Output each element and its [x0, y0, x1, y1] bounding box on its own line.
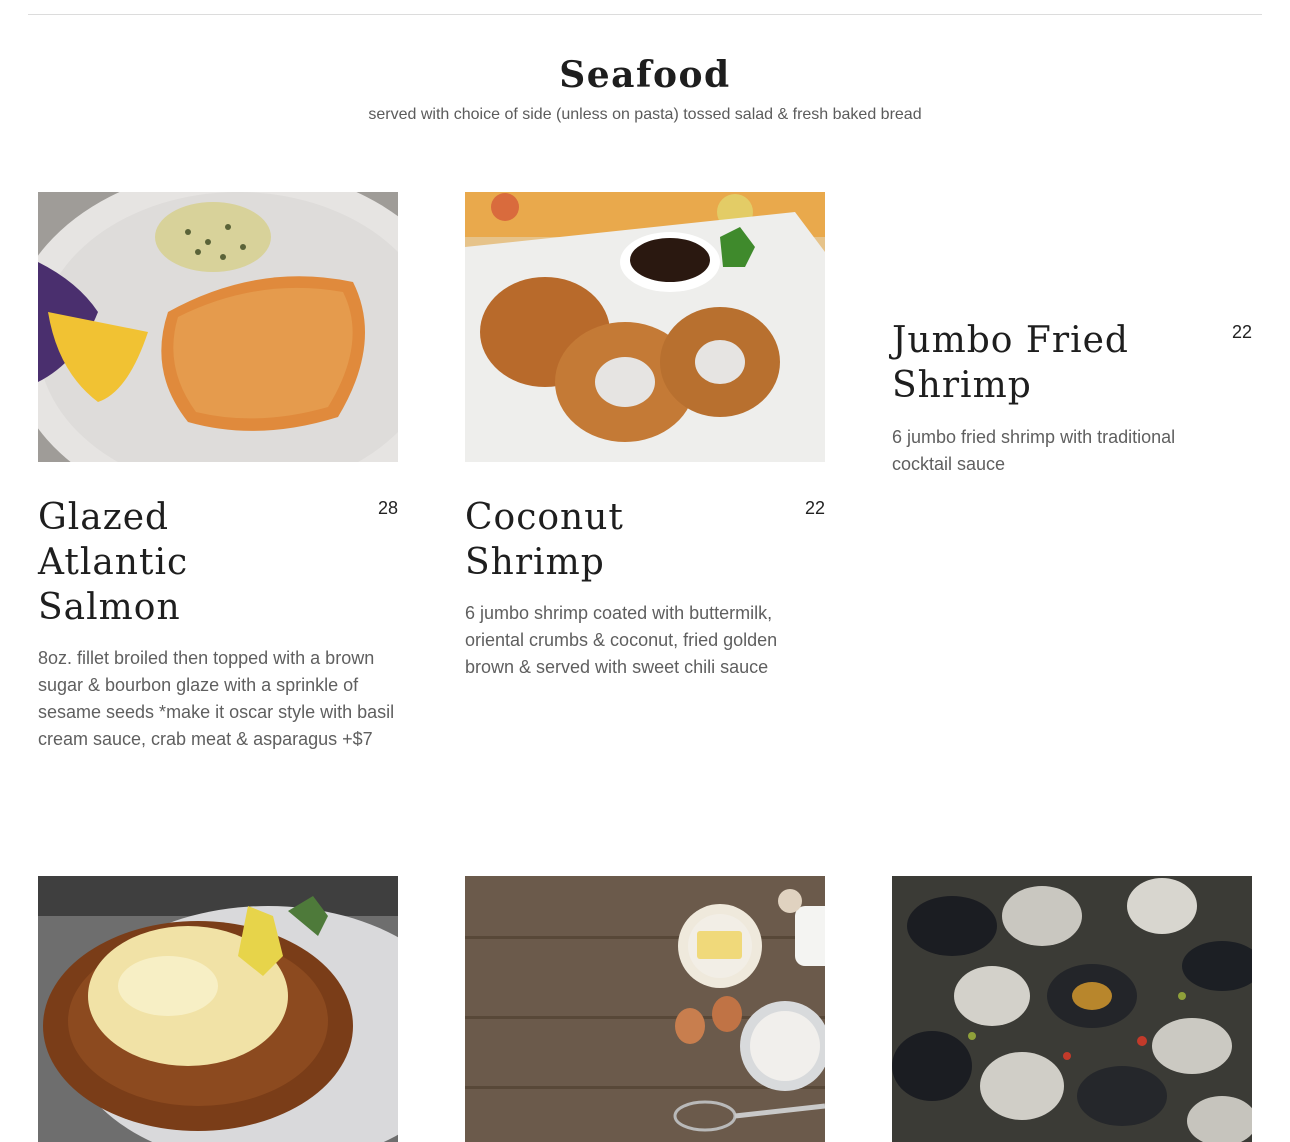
- item-name-jumbo-fried-shrimp: Jumbo Fried Shrimp: [892, 320, 1129, 406]
- baking-ingredients-photo: [465, 876, 825, 1142]
- item-description-coconut-shrimp: 6 jumbo shrimp coated with buttermilk, o…: [465, 603, 778, 677]
- seafood-au-gratin-photo: [38, 876, 398, 1142]
- mussels-clams-photo: [892, 876, 1252, 1142]
- coconut-shrimp-photo: [465, 192, 825, 462]
- item-name-coconut-shrimp: Coconut Shrimp: [465, 497, 624, 583]
- item-description-jumbo-fried-shrimp: 6 jumbo fried shrimp with traditional co…: [892, 427, 1176, 474]
- item-description-salmon: 8oz. fillet broiled then topped with a b…: [38, 648, 395, 749]
- item-price-salmon: 28: [377, 498, 398, 518]
- item-name-salmon: Glazed Atlantic Salmon: [38, 497, 189, 628]
- salmon-photo: [38, 192, 398, 462]
- item-price-coconut-shrimp: 22: [804, 498, 825, 518]
- section-subtitle: served with choice of side (unless on pa…: [368, 106, 922, 123]
- top-divider: [28, 14, 1262, 15]
- section-title: Seafood: [559, 54, 731, 96]
- item-price-jumbo-fried-shrimp: 22: [1231, 322, 1252, 342]
